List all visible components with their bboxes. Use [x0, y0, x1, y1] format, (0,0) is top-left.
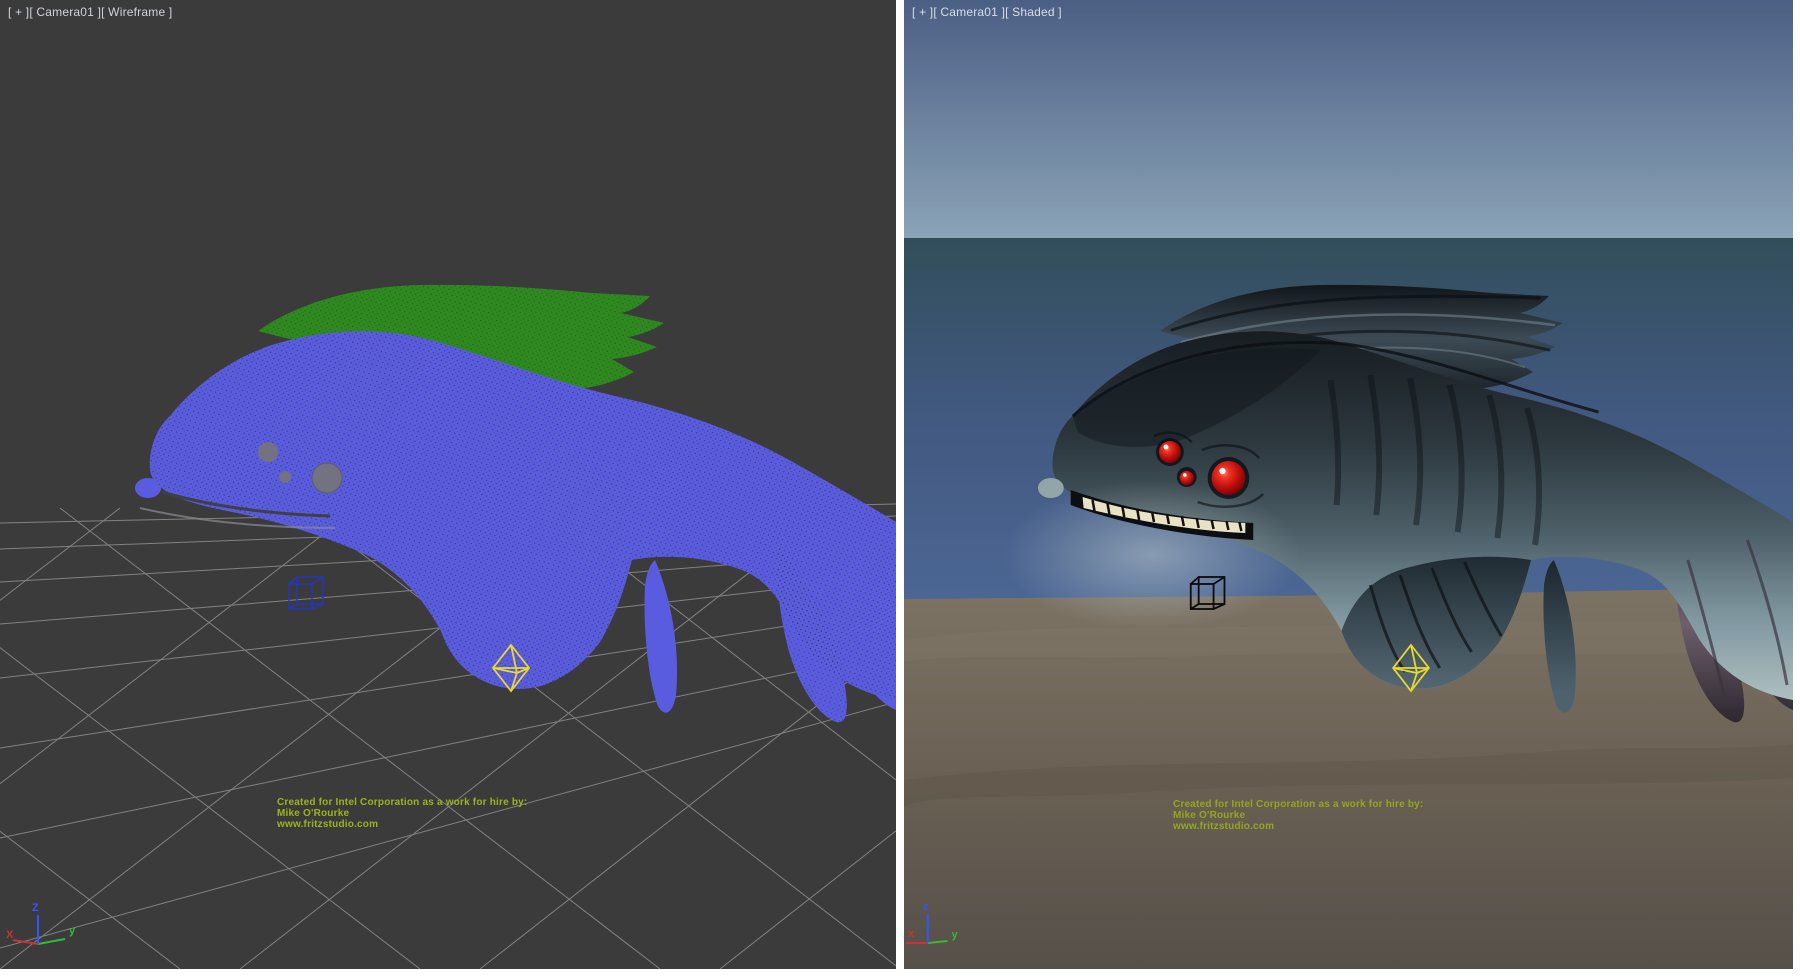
viewport-menu-general[interactable]: [ + ] — [8, 5, 29, 19]
fish-eye-large — [312, 463, 342, 493]
credit-line-2: Mike O'Rourke — [1173, 810, 1423, 821]
credit-line-3: www.fritzstudio.com — [277, 819, 527, 830]
axis-x-label: X — [6, 929, 14, 941]
fish-tail-fin-a — [645, 560, 678, 713]
fish-eye-large — [1212, 461, 1246, 495]
dual-viewport-canvas: X y Z [ + ][ Camera01 ][ Wireframe ] Cre… — [0, 0, 1800, 978]
fish-eye-top — [258, 442, 278, 462]
axis-z-label: z — [923, 901, 929, 913]
fish-eye-small — [279, 471, 291, 483]
sky — [904, 0, 1793, 238]
fish-mesh-wireframe[interactable] — [135, 285, 896, 722]
axis-y-label: y — [69, 925, 76, 937]
jaw-highlight — [1003, 480, 1301, 630]
fish-snout — [1038, 478, 1064, 498]
fish-body-stipple — [150, 331, 896, 700]
credit-line-1: Created for Intel Corporation as a work … — [277, 797, 527, 808]
viewport-label-left: [ + ][ Camera01 ][ Wireframe ] — [8, 5, 172, 19]
viewport-shaded[interactable]: x y z [ + ][ Camera01 ][ Shaded ] Create… — [904, 0, 1793, 969]
axis-z-label: Z — [32, 902, 39, 914]
viewport-menu-shading[interactable]: [ Wireframe ] — [101, 5, 172, 19]
credit-text-object[interactable]: Created for Intel Corporation as a work … — [277, 797, 527, 830]
axis-y-label: y — [952, 929, 959, 941]
fish-eye-small — [1180, 471, 1194, 485]
box-helper[interactable] — [289, 577, 323, 609]
viewport-menu-shading[interactable]: [ Shaded ] — [1005, 5, 1062, 19]
credit-line-3: www.fritzstudio.com — [1173, 821, 1423, 832]
axis-x-label: x — [908, 928, 914, 940]
fish-eye-top — [1159, 441, 1181, 463]
viewport-wireframe[interactable]: X y Z [ + ][ Camera01 ][ Wireframe ] Cre… — [0, 0, 896, 969]
credit-line-2: Mike O'Rourke — [277, 808, 527, 819]
viewport-menu-pov[interactable]: [ Camera01 ] — [29, 5, 101, 19]
credit-line-1: Created for Intel Corporation as a work … — [1173, 799, 1423, 810]
viewport-label-right: [ + ][ Camera01 ][ Shaded ] — [912, 5, 1062, 19]
viewport-menu-pov[interactable]: [ Camera01 ] — [933, 5, 1005, 19]
viewport-menu-general[interactable]: [ + ] — [912, 5, 933, 19]
credit-text-object[interactable]: Created for Intel Corporation as a work … — [1173, 799, 1423, 832]
